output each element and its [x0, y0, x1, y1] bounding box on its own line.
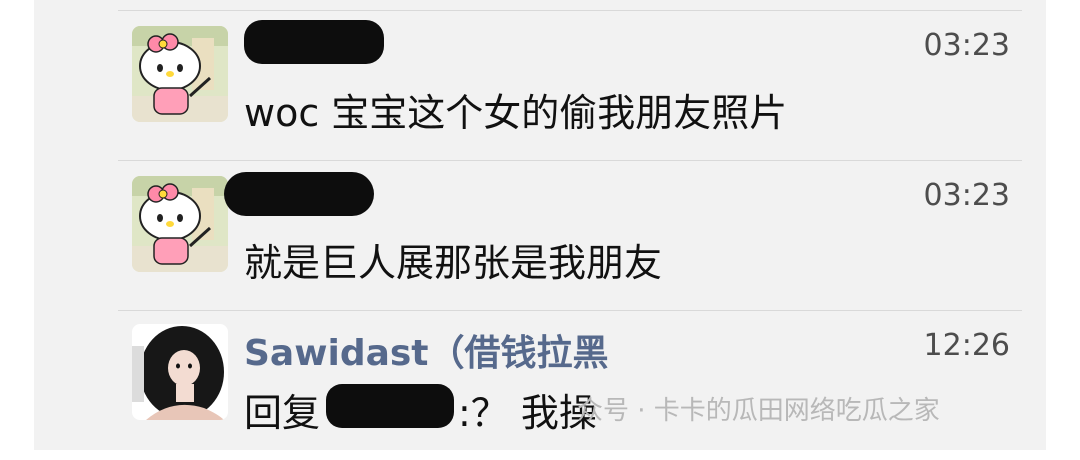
- chat-time: 03:23: [923, 178, 1010, 213]
- chat-time: 03:23: [923, 28, 1010, 63]
- redacted-reply-target: [326, 384, 454, 428]
- chat-list: 03:23 woc 宝宝这个女的偷我朋友照片 03:23 就是巨人展那张是我朋友…: [34, 0, 1046, 450]
- chat-preview: woc 宝宝这个女的偷我朋友照片: [244, 91, 788, 135]
- avatar: [132, 324, 228, 420]
- chat-item-2[interactable]: 03:23 就是巨人展那张是我朋友: [34, 160, 1046, 310]
- chat-time: 12:26: [923, 328, 1010, 363]
- chat-name: Sawidast（借钱拉黑: [244, 333, 609, 374]
- redacted-name: [224, 172, 374, 216]
- watermark: 众号 · 卡卡的瓜田网络吃瓜之家: [577, 396, 940, 426]
- reply-prefix: 回复: [244, 391, 321, 435]
- redacted-name: [244, 20, 384, 64]
- chat-preview: 回复: [244, 382, 320, 437]
- avatar: [132, 176, 228, 272]
- chat-item-1[interactable]: 03:23 woc 宝宝这个女的偷我朋友照片: [34, 10, 1046, 160]
- chat-item-3[interactable]: Sawidast（借钱拉黑 12:26 回复 :？ 我操: [34, 310, 1046, 460]
- avatar: [132, 26, 228, 122]
- chat-preview: 就是巨人展那张是我朋友: [244, 241, 663, 285]
